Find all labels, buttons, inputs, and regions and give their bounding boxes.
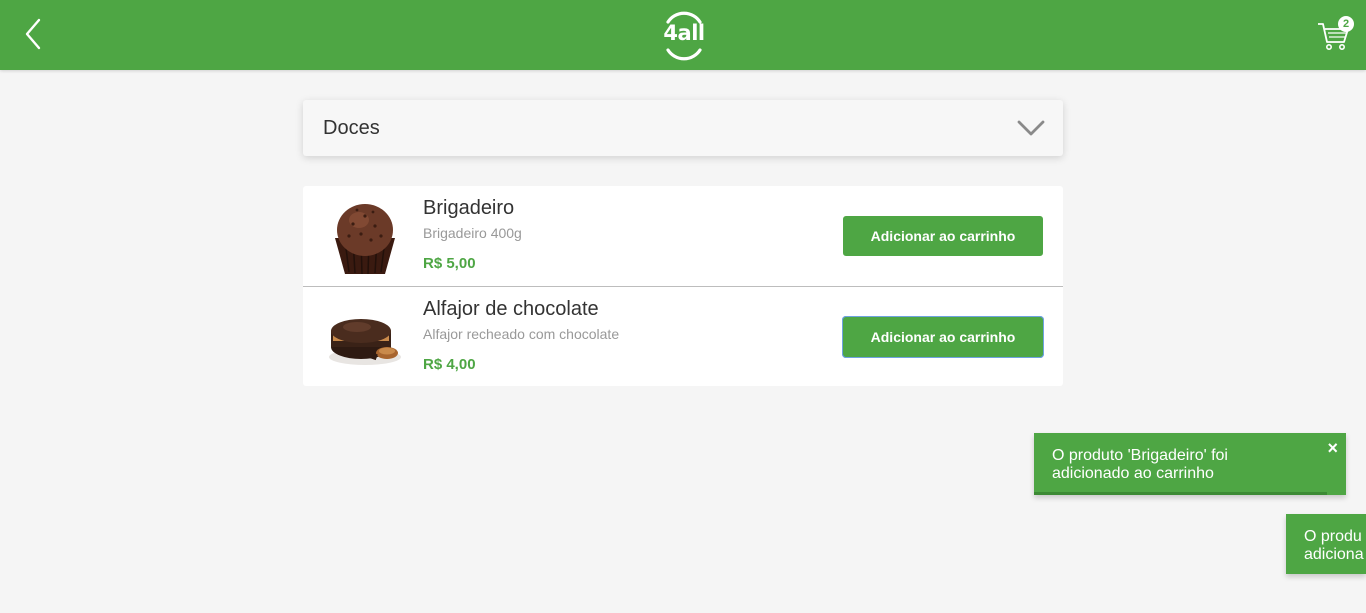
- toast-message-line1: O produ: [1304, 528, 1362, 545]
- product-price: R$ 4,00: [423, 356, 476, 373]
- toast-message-line1: O produto 'Brigadeiro' foi: [1052, 447, 1228, 464]
- product-description: Brigadeiro 400g: [423, 225, 522, 241]
- cart-button[interactable]: 2: [1316, 14, 1356, 54]
- list-item: Brigadeiro Brigadeiro 400g R$ 5,00 Adici…: [303, 186, 1063, 286]
- category-dropdown[interactable]: Doces: [303, 100, 1063, 156]
- cart-count-badge: 2: [1338, 16, 1354, 32]
- chevron-down-icon: [1017, 120, 1045, 136]
- category-label: Doces: [323, 117, 380, 139]
- top-app-bar: 4all 2: [0, 0, 1366, 70]
- toast-notification: O produ adiciona: [1286, 514, 1366, 574]
- logo-text: 4all: [663, 21, 705, 45]
- chevron-left-icon: [25, 18, 41, 50]
- product-price: R$ 5,00: [423, 255, 476, 272]
- product-name: Alfajor de chocolate: [423, 298, 599, 320]
- add-to-cart-button[interactable]: Adicionar ao carrinho: [842, 316, 1044, 358]
- product-list: Brigadeiro Brigadeiro 400g R$ 5,00 Adici…: [303, 186, 1063, 386]
- toast-message-line2: adicionado ao carrinho: [1052, 465, 1214, 482]
- brigadeiro-image: [335, 204, 395, 275]
- close-icon[interactable]: ×: [1327, 439, 1338, 457]
- toast-message-line2: adiciona: [1304, 546, 1364, 563]
- list-item: Alfajor de chocolate Alfajor recheado co…: [303, 286, 1063, 387]
- toast-progress-bar: [1034, 492, 1327, 495]
- product-description: Alfajor recheado com chocolate: [423, 326, 620, 342]
- toast-notification: O produto 'Brigadeiro' foi adicionado ao…: [1034, 433, 1346, 495]
- brand-logo: 4all: [658, 8, 710, 62]
- add-to-cart-button[interactable]: Adicionar ao carrinho: [843, 216, 1043, 256]
- alfajor-image: [329, 319, 401, 365]
- back-button[interactable]: [18, 16, 48, 52]
- product-name: Brigadeiro: [423, 197, 515, 219]
